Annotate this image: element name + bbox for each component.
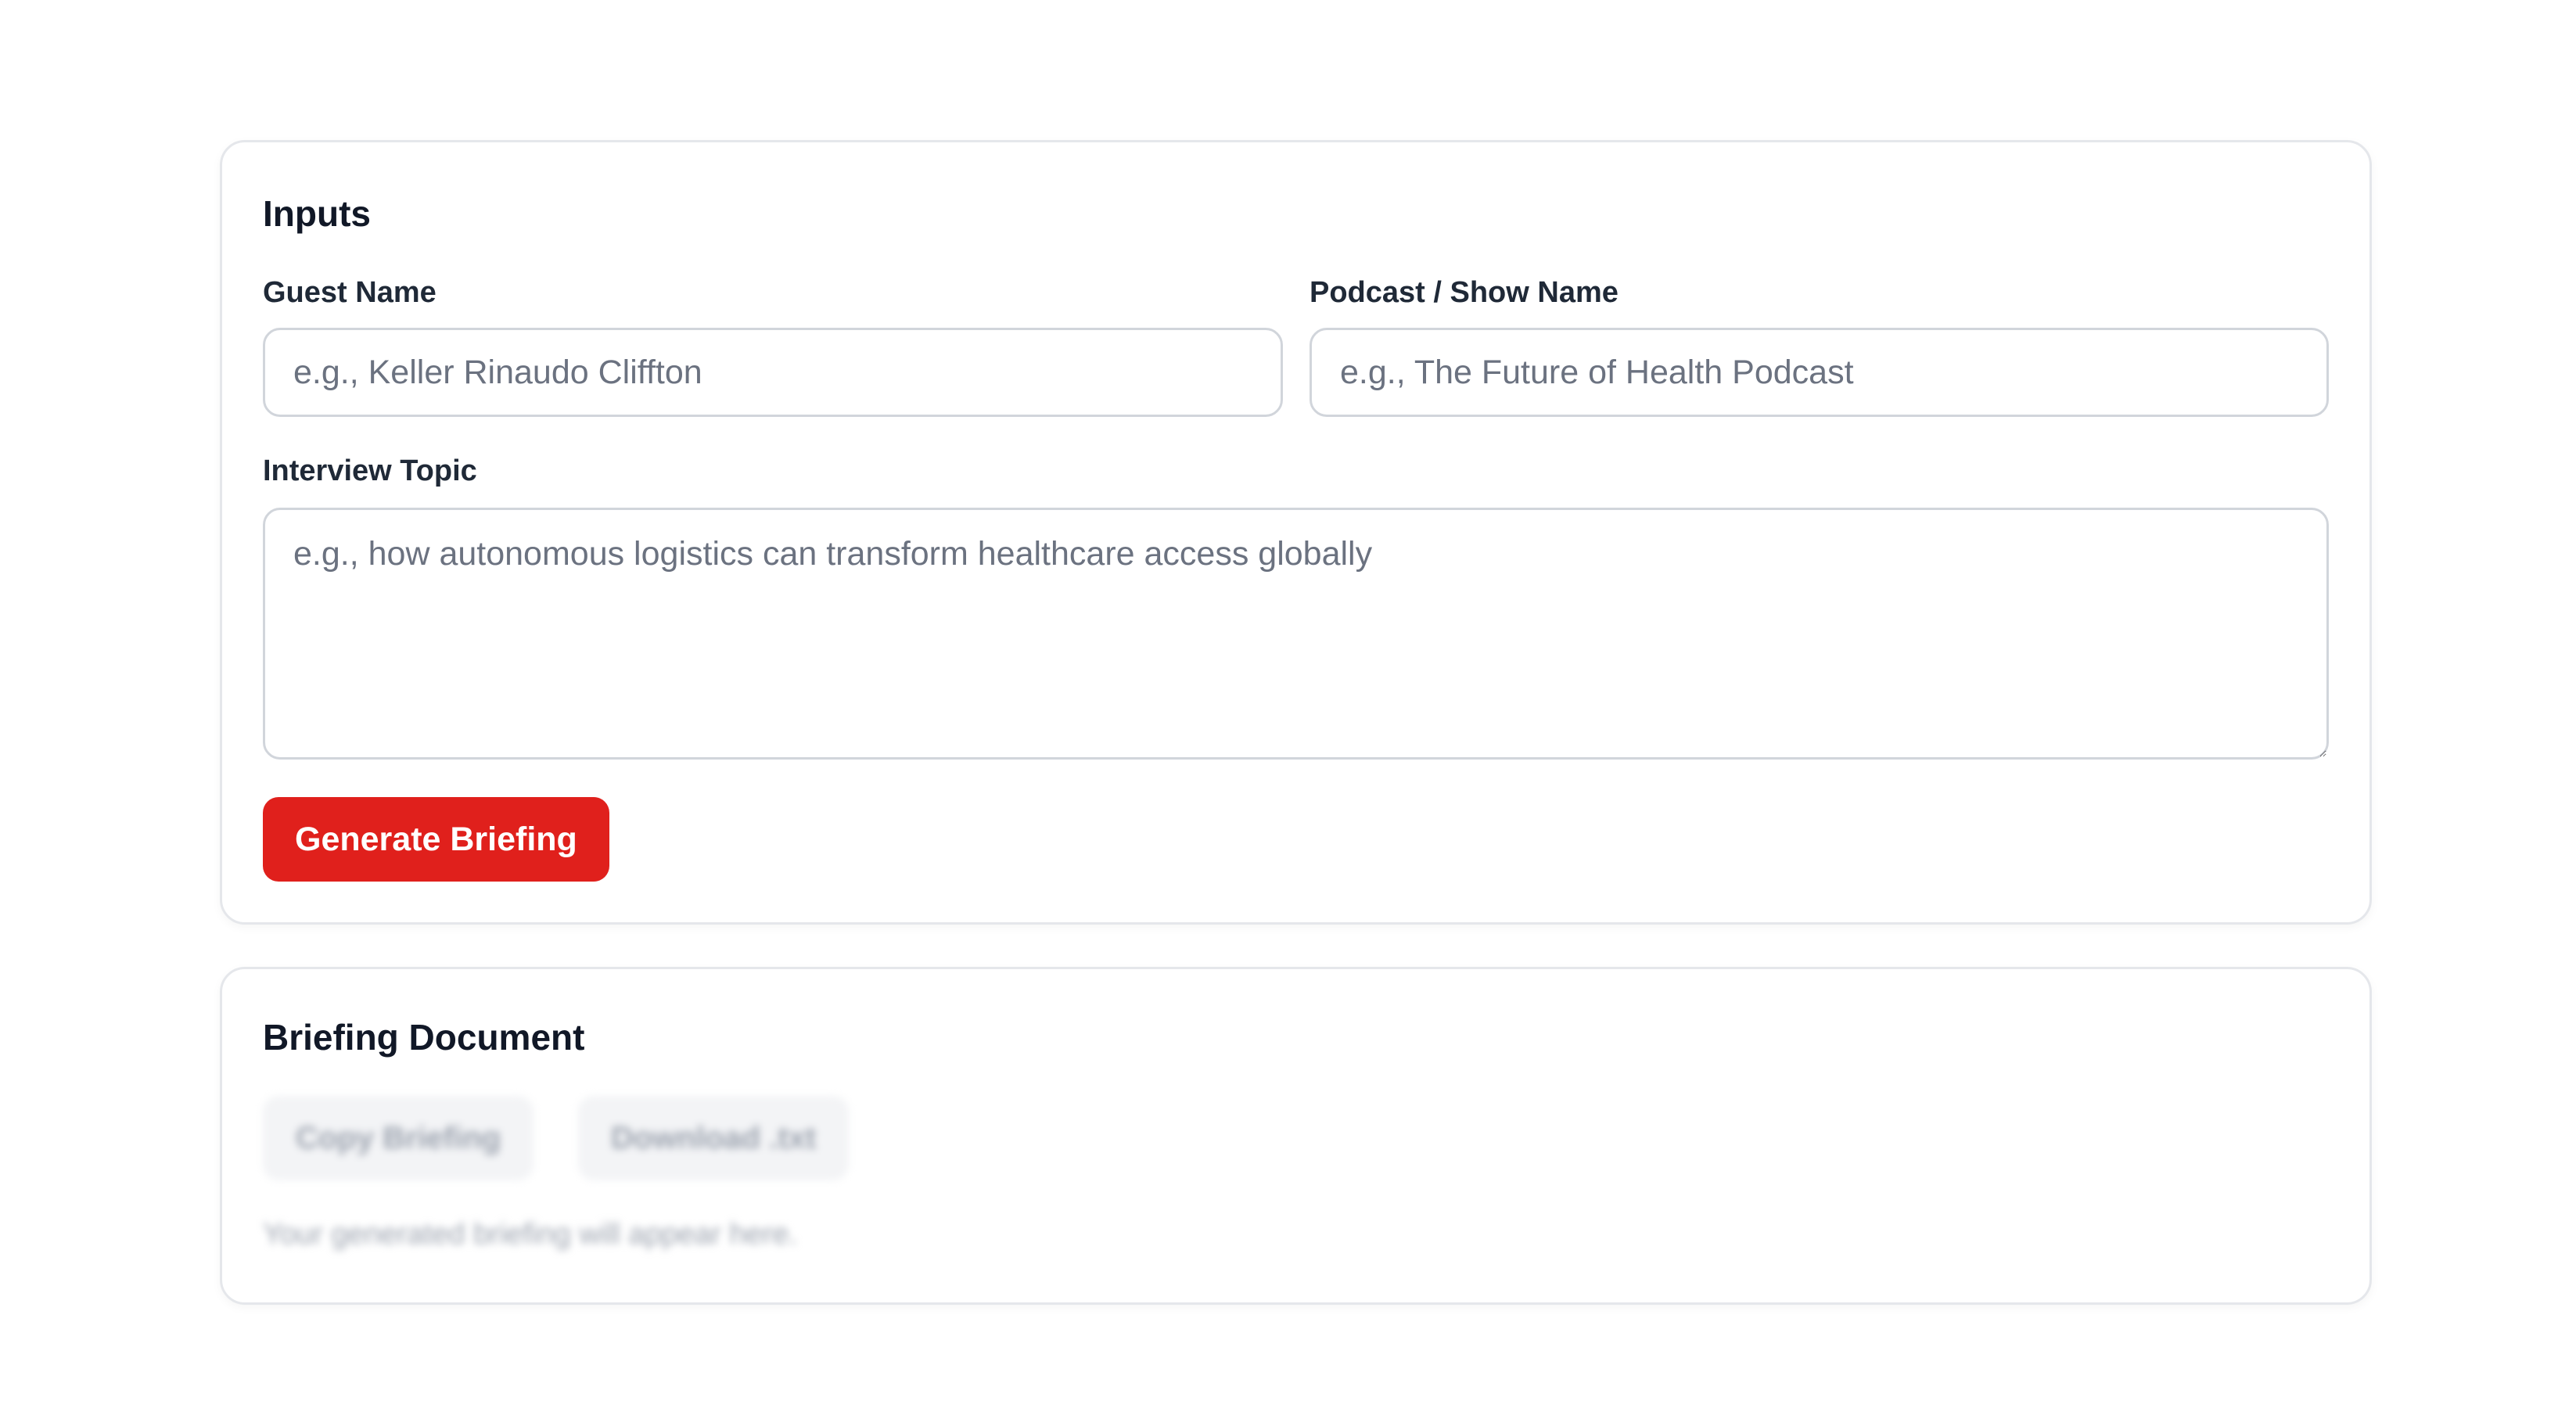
generate-briefing-button[interactable]: Generate Briefing [263,797,609,882]
download-txt-button[interactable]: Download .txt [578,1096,850,1180]
briefing-card: Briefing Document Copy Briefing Download… [220,967,2372,1305]
briefing-title: Briefing Document [263,1017,585,1058]
guest-name-label: Guest Name [263,276,437,309]
show-name-input[interactable] [1310,328,2329,417]
interview-topic-textarea[interactable] [263,508,2329,760]
inputs-title: Inputs [263,193,371,234]
interview-topic-label: Interview Topic [263,454,477,487]
show-name-label: Podcast / Show Name [1310,276,1619,309]
copy-briefing-button[interactable]: Copy Briefing [263,1096,534,1180]
inputs-card: Inputs Guest Name Podcast / Show Name In… [220,140,2372,925]
briefing-empty-message: Your generated briefing will appear here… [263,1218,798,1251]
guest-name-input[interactable] [263,328,1283,417]
